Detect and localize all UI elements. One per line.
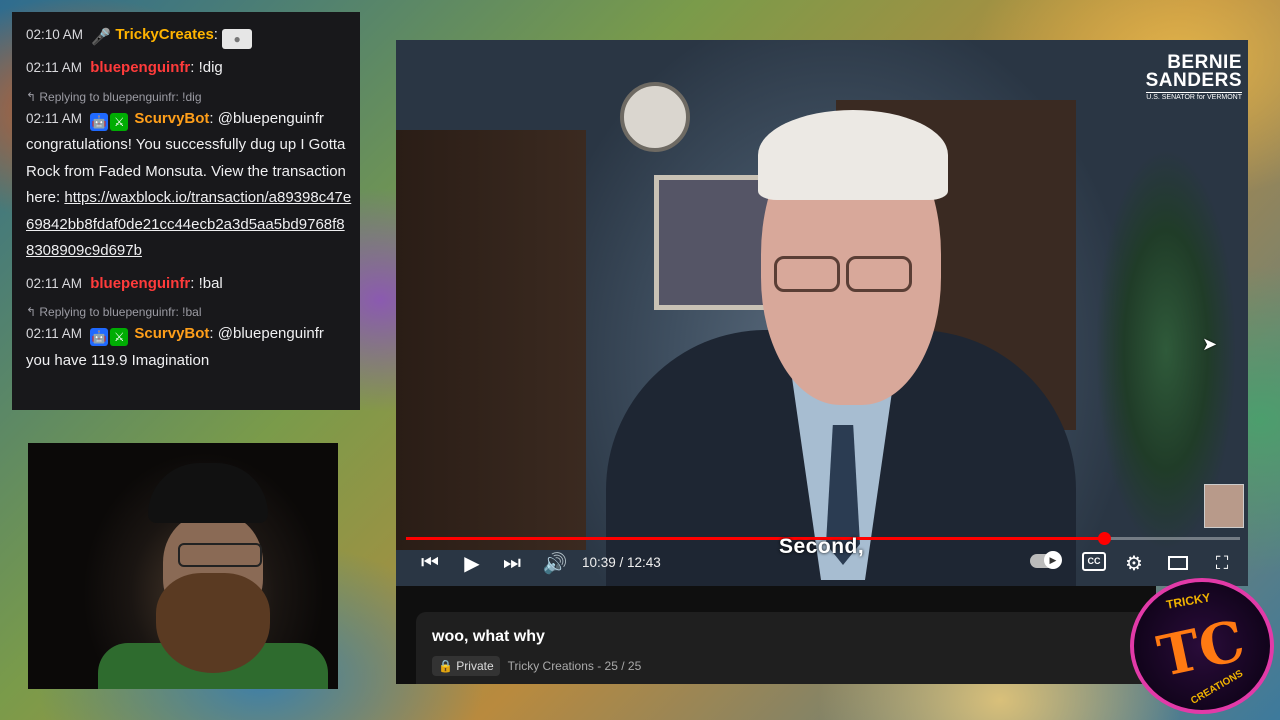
chat-message: 02:11 AM bluepenguinfr: !dig: [26, 59, 223, 76]
channel-watermark: BERNIE SANDERS U.S. SENATOR for VERMONT: [1145, 52, 1242, 101]
webcam-feed: [28, 443, 338, 689]
player-controls: ⏮ ▶ ⏭ 🔊 10:39 / 12:43 ▶ CC ⚙ ⛶: [396, 545, 1248, 585]
video-meta: 🔒 Private Tricky Creations - 25 / 25: [432, 656, 641, 676]
reply-arrow-icon: ↰: [26, 305, 40, 319]
moderator-badge-icon[interactable]: ⚔: [110, 328, 129, 346]
message-timestamp: 02:11 AM: [26, 60, 83, 75]
channel-thumbnail[interactable]: [1204, 484, 1244, 528]
privacy-badge: 🔒 Private: [432, 656, 500, 676]
next-icon[interactable]: ⏭: [500, 545, 524, 581]
chat-username[interactable]: bluepenguinfr: [90, 59, 190, 76]
streamer-hat: [148, 463, 268, 523]
message-timestamp: 02:11 AM: [26, 326, 83, 341]
message-timestamp: 02:10 AM: [26, 27, 84, 42]
streamer-beard: [156, 573, 270, 673]
message-text: !bal: [198, 274, 223, 292]
moderator-badge-icon[interactable]: ⚔: [110, 112, 129, 131]
video-info-card: woo, what why 🔒 Private Tricky Creations…: [416, 612, 1156, 684]
lock-icon: 🔒: [438, 659, 457, 673]
speaker-glasses: [774, 256, 924, 294]
microphone-icon: 🎤: [91, 29, 112, 46]
chat-username[interactable]: ScurvyBot: [134, 110, 209, 127]
playlist-info[interactable]: Tricky Creations - 25 / 25: [508, 659, 642, 673]
reply-context[interactable]: ↰ Replying to bluepenguinfr: !dig: [12, 82, 360, 106]
mouse-cursor-icon: ➤: [1202, 334, 1218, 354]
message-timestamp: 02:11 AM: [26, 275, 83, 291]
chat-username[interactable]: TrickyCreates: [115, 26, 213, 43]
channel-badge-logo: TRICKY TC CREATIONS: [1130, 578, 1274, 714]
volume-icon[interactable]: 🔊: [542, 545, 568, 581]
play-icon[interactable]: ▶: [460, 545, 484, 581]
chat-message: 02:11 AM 🤖 ⚔ ScurvyBot: @bluepenguinfr yo…: [26, 325, 324, 369]
theater-mode-icon[interactable]: [1168, 556, 1188, 570]
progress-played: [406, 537, 1105, 540]
progress-scrubber[interactable]: [1098, 532, 1112, 545]
chat-message: 02:10 AM 🎤 TrickyCreates: ●: [12, 22, 360, 49]
picture-frame: [654, 175, 774, 310]
captions-button[interactable]: CC: [1082, 552, 1106, 571]
bot-badge-icon[interactable]: 🤖: [90, 112, 109, 131]
fullscreen-icon[interactable]: ⛶: [1210, 545, 1234, 581]
chat-username[interactable]: ScurvyBot: [134, 325, 209, 342]
chat-username[interactable]: bluepenguinfr: [90, 275, 190, 292]
previous-icon[interactable]: ⏮: [418, 545, 442, 581]
streamer-glasses: [178, 543, 262, 567]
bookcase: [396, 130, 586, 550]
reply-context[interactable]: ↰ Replying to bluepenguinfr: !bal: [12, 297, 360, 321]
video-info-panel: woo, what why 🔒 Private Tricky Creations…: [396, 586, 1156, 684]
message-text: !dig: [198, 59, 223, 76]
transaction-link[interactable]: https://waxblock.io/transaction/a89398c4…: [26, 189, 351, 259]
emote-icon: ●: [222, 29, 253, 49]
message-timestamp: 02:11 AM: [26, 110, 83, 126]
autoplay-toggle[interactable]: ▶: [1030, 551, 1062, 569]
chat-panel: 02:10 AM 🎤 TrickyCreates: ● 02:11 AM blu…: [12, 12, 360, 410]
settings-gear-icon[interactable]: ⚙: [1122, 545, 1146, 581]
wall-clock: [620, 82, 690, 152]
video-player[interactable]: BERNIE SANDERS U.S. SENATOR for VERMONT …: [396, 40, 1248, 586]
chat-message: 02:11 AM bluepenguinfr: !bal: [26, 274, 223, 292]
speaker-hair: [758, 110, 948, 200]
video-title: woo, what why: [432, 628, 545, 645]
chat-message: 02:11 AM 🤖 ⚔ ScurvyBot: @bluepenguinfr co…: [26, 109, 352, 260]
reply-arrow-icon: ↰: [26, 89, 40, 104]
bot-badge-icon[interactable]: 🤖: [90, 328, 109, 346]
time-display: 10:39 / 12:43: [582, 555, 661, 570]
autoplay-play-icon: ▶: [1044, 551, 1062, 569]
